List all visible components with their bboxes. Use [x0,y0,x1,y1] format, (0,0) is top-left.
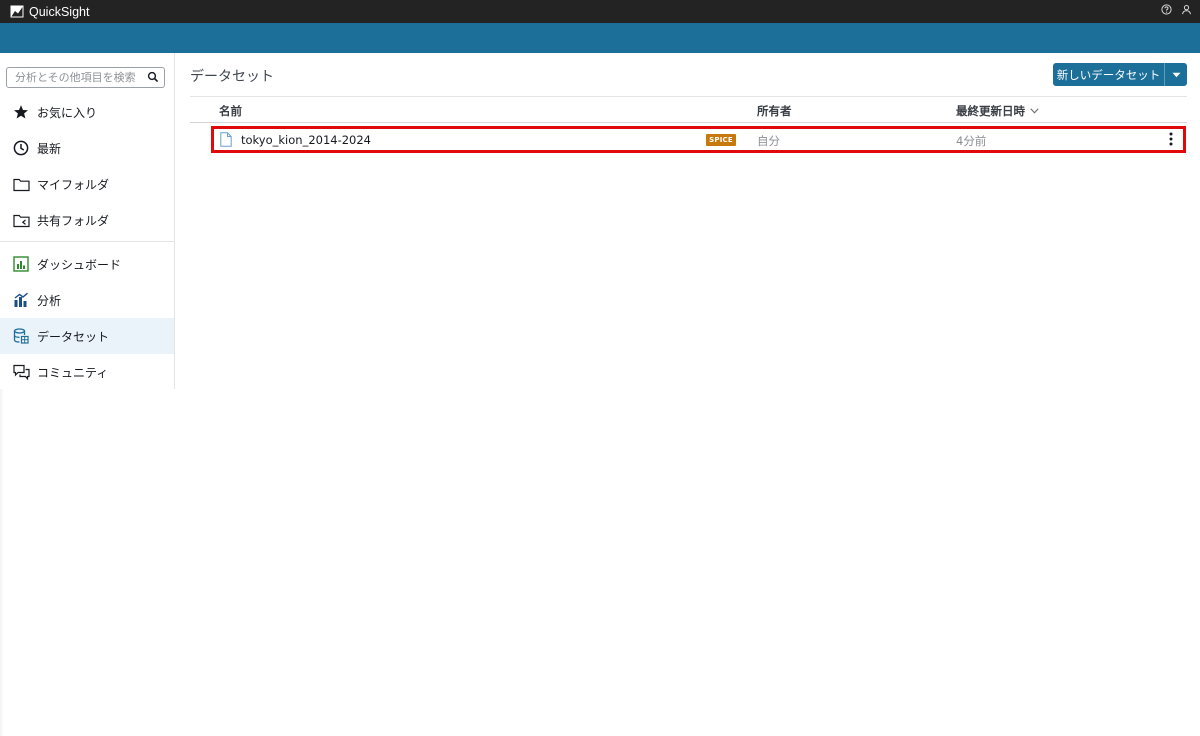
help-icon[interactable] [1161,4,1172,15]
brand[interactable]: QuickSight [10,5,89,19]
shared-folder-icon [12,211,30,229]
column-header-owner[interactable]: 所有者 [757,103,792,119]
sidebar-item-favorites[interactable]: お気に入り [0,94,174,130]
column-header-name[interactable]: 名前 [219,103,242,119]
dataset-icon [12,327,30,345]
clock-icon [12,139,30,157]
search-input[interactable] [15,71,143,84]
table-header-divider [190,122,1187,123]
new-dataset-button-group: 新しいデータセット [1053,63,1187,86]
analysis-icon [12,291,30,309]
more-options-icon[interactable] [1168,131,1174,147]
sidebar-item-label: 最新 [37,141,62,156]
sidebar-item-recent[interactable]: 最新 [0,130,174,166]
nav-primary: お気に入り 最新 マイフォルダ 共有フォルダ [0,94,174,238]
sidebar-item-label: お気に入り [37,105,98,120]
user-icon[interactable] [1181,4,1192,15]
top-bar: QuickSight [0,0,1200,23]
dataset-owner: 自分 [757,134,780,148]
sidebar-divider [0,241,174,242]
new-dataset-dropdown-button[interactable] [1164,63,1187,86]
sidebar: お気に入り 最新 マイフォルダ 共有フォルダ ダッシュボード [0,53,175,389]
header-band [0,23,1200,53]
dataset-name-link[interactable]: tokyo_kion_2014-2024 [241,133,371,147]
search-icon[interactable] [147,71,159,83]
sidebar-item-label: コミュニティ [37,365,109,380]
new-dataset-button[interactable]: 新しいデータセット [1053,63,1164,86]
app-title: QuickSight [29,4,90,19]
sidebar-item-dashboards[interactable]: ダッシュボード [0,246,174,282]
column-header-updated-label: 最終更新日時 [956,104,1025,118]
sidebar-item-label: ダッシュボード [37,257,122,272]
dataset-updated: 4分前 [956,134,987,148]
sidebar-item-label: データセット [37,329,110,344]
sidebar-item-label: 分析 [37,293,62,308]
dashboard-icon [12,255,30,273]
nav-assets: ダッシュボード 分析 データセット コミュニティ [0,246,174,390]
column-header-updated[interactable]: 最終更新日時 [956,103,1039,119]
page-title: データセット [190,69,274,85]
star-icon [12,103,30,121]
folder-icon [12,175,30,193]
sidebar-item-shared-folders[interactable]: 共有フォルダ [0,202,174,238]
sidebar-item-label: マイフォルダ [37,177,110,192]
quicksight-logo-icon [10,5,24,18]
sidebar-item-datasets[interactable]: データセット [0,318,174,354]
left-edge-shadow [0,389,4,736]
sidebar-item-analyses[interactable]: 分析 [0,282,174,318]
sort-chevron-down-icon [1030,108,1039,114]
caret-down-icon [1172,72,1180,77]
community-icon [12,363,30,381]
table-top-divider [190,96,1187,97]
spice-badge: SPICE [706,134,736,146]
sidebar-item-my-folders[interactable]: マイフォルダ [0,166,174,202]
search-box [6,67,165,88]
sidebar-item-label: 共有フォルダ [37,213,110,228]
table-row[interactable]: tokyo_kion_2014-2024 SPICE 自分 4分前 [211,126,1186,153]
sidebar-item-community[interactable]: コミュニティ [0,354,174,390]
file-icon [220,132,232,147]
